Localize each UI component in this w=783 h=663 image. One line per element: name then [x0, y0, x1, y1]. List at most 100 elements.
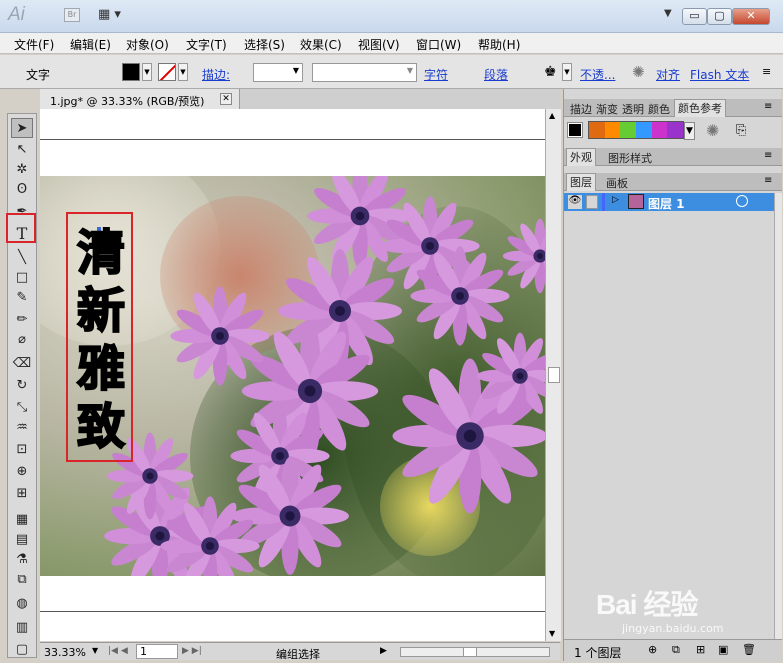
paintbrush-tool-icon[interactable]: ✎	[11, 288, 33, 308]
locate-object-icon[interactable]: ⊕	[648, 643, 657, 656]
rectangle-tool-icon[interactable]: □	[11, 268, 33, 288]
menu-file[interactable]: 文件(F)	[14, 36, 54, 53]
column-graph-tool-icon[interactable]: ▥	[11, 618, 33, 638]
vertical-scrollbar[interactable]: ▲ ▼	[545, 109, 561, 641]
scale-tool-icon[interactable]: ⤡	[11, 398, 33, 418]
arrange-documents-button[interactable]: ▦ ▾	[98, 7, 130, 25]
menu-object[interactable]: 对象(O)	[126, 36, 169, 53]
selection-tool-icon[interactable]: ➤	[11, 118, 33, 138]
align-link[interactable]: 对齐	[656, 66, 680, 83]
gradient-tool-icon[interactable]: ▤	[11, 530, 33, 550]
harmony-swatch-3[interactable]	[620, 122, 637, 138]
style-field[interactable]: ▼	[312, 63, 417, 82]
scroll-thumb[interactable]	[548, 367, 560, 383]
menu-edit[interactable]: 编辑(E)	[70, 36, 111, 53]
menu-help[interactable]: 帮助(H)	[478, 36, 520, 53]
fill-dropdown-icon[interactable]: ▼	[142, 63, 152, 81]
stroke-swatch[interactable]	[158, 63, 176, 81]
lock-toggle[interactable]	[586, 195, 598, 209]
symbol-sprayer-tool-icon[interactable]: ◍	[11, 594, 33, 614]
next-page-icon[interactable]: ▶ ▶|	[182, 646, 202, 656]
new-sublayer-icon[interactable]: ⊞	[696, 643, 705, 656]
panel-menu-icon[interactable]: ≡	[764, 101, 772, 112]
brush-dropdown-icon[interactable]: ▼	[562, 63, 572, 81]
tab-transparency[interactable]: 透明	[622, 101, 644, 117]
tab-color-guide[interactable]: 颜色参考	[674, 99, 726, 117]
expand-triangle-icon[interactable]: ▷	[612, 195, 619, 205]
workspace-dropdown-icon[interactable]: ▼	[664, 8, 672, 19]
magic-wand-tool-icon[interactable]: ✲	[11, 160, 33, 180]
paragraph-link[interactable]: 段落	[484, 66, 508, 83]
harmony-swatch-5[interactable]	[651, 122, 668, 138]
tab-stroke[interactable]: 描边	[570, 101, 592, 117]
scroll-up-icon[interactable]: ▲	[549, 111, 555, 120]
harmony-swatches[interactable]	[588, 121, 684, 139]
h-scroll-thumb[interactable]	[463, 647, 477, 657]
free-transform-tool-icon[interactable]: ⊡	[11, 440, 33, 460]
artboard-tool-icon[interactable]: ▢	[11, 640, 33, 660]
horizontal-scrollbar[interactable]	[400, 647, 550, 657]
pencil-tool-icon[interactable]: ✏	[11, 310, 33, 330]
fill-swatch[interactable]	[122, 63, 140, 81]
vertical-title-text[interactable]: 清 新 雅 致	[72, 224, 130, 456]
control-menu-icon[interactable]: ≡	[762, 65, 771, 78]
first-page-icon[interactable]: |◀ ◀	[108, 646, 128, 656]
harmony-swatch-4[interactable]	[636, 122, 652, 138]
layers-scrollbar[interactable]	[774, 193, 782, 639]
direct-selection-tool-icon[interactable]: ↖	[11, 140, 33, 160]
lasso-tool-icon[interactable]: ʘ	[11, 180, 33, 200]
close-button[interactable]: ✕	[732, 8, 770, 25]
layer-name[interactable]: 图层 1	[648, 195, 685, 212]
minimize-button[interactable]: ▭	[682, 8, 707, 25]
edit-colors-icon[interactable]: ✺	[706, 121, 719, 140]
eyedropper-tool-icon[interactable]: ⚗	[11, 550, 33, 570]
blob-brush-tool-icon[interactable]: ⌀	[11, 330, 33, 350]
mesh-tool-icon[interactable]: ▦	[11, 510, 33, 530]
stroke-dropdown-icon[interactable]: ▼	[178, 63, 188, 81]
maximize-button[interactable]: ▢	[707, 8, 732, 25]
recolor-icon[interactable]: ✺	[632, 63, 645, 81]
tab-graphic-styles[interactable]: 图形样式	[608, 150, 652, 166]
layers-menu-icon[interactable]: ≡	[764, 175, 772, 186]
scroll-down-icon[interactable]: ▼	[549, 629, 555, 638]
page-field[interactable]: 1	[136, 644, 178, 659]
shape-builder-tool-icon[interactable]: ⊕	[11, 462, 33, 482]
line-tool-icon[interactable]: ╲	[11, 248, 33, 268]
delete-layer-icon[interactable]: 🗑	[742, 643, 756, 656]
tab-layers[interactable]: 图层	[566, 173, 596, 191]
bridge-button[interactable]: Br	[64, 8, 80, 22]
stroke-weight-field[interactable]: ▼	[253, 63, 303, 82]
eraser-tool-icon[interactable]: ⌫	[11, 354, 33, 374]
blend-tool-icon[interactable]: ⧉	[11, 570, 33, 590]
visibility-eye-icon[interactable]: 👁	[568, 195, 582, 209]
menu-window[interactable]: 窗口(W)	[416, 36, 461, 53]
harmony-swatch-1[interactable]	[589, 122, 605, 138]
perspective-grid-tool-icon[interactable]: ⊞	[11, 484, 33, 504]
harmony-swatch-2[interactable]	[604, 122, 621, 138]
harmony-swatch-6[interactable]	[667, 122, 684, 138]
tab-gradient[interactable]: 渐变	[596, 101, 618, 117]
status-menu-icon[interactable]: ▶	[380, 646, 387, 656]
close-tab-icon[interactable]: ✕	[220, 93, 232, 105]
new-layer-icon[interactable]: ▣	[718, 643, 728, 656]
flash-text-link[interactable]: Flash 文本	[690, 66, 749, 83]
opacity-link[interactable]: 不透...	[580, 66, 615, 83]
stroke-link[interactable]: 描边:	[202, 66, 230, 83]
layer-row[interactable]: 👁 ▷ 图层 1	[564, 193, 774, 211]
save-group-icon[interactable]: ⎘	[736, 123, 746, 138]
document-tab[interactable]: 1.jpg* @ 33.33% (RGB/预览) ✕	[40, 89, 240, 109]
tab-appearance[interactable]: 外观	[566, 148, 596, 166]
clipping-mask-icon[interactable]: ⧉	[672, 643, 680, 657]
brush-icon[interactable]: ♚	[544, 64, 557, 80]
harmony-dropdown-icon[interactable]: ▼	[684, 122, 695, 140]
zoom-level[interactable]: 33.33%	[44, 646, 86, 659]
warp-tool-icon[interactable]: ♒	[11, 418, 33, 438]
tab-color[interactable]: 颜色	[648, 101, 670, 117]
character-link[interactable]: 字符	[424, 66, 448, 83]
menu-view[interactable]: 视图(V)	[358, 36, 400, 53]
status-mode[interactable]: 编组选择	[276, 646, 320, 662]
zoom-dropdown-icon[interactable]: ▼	[92, 646, 98, 655]
menu-type[interactable]: 文字(T)	[186, 36, 227, 53]
tab-artboards[interactable]: 画板	[606, 175, 628, 191]
menu-select[interactable]: 选择(S)	[244, 36, 285, 53]
